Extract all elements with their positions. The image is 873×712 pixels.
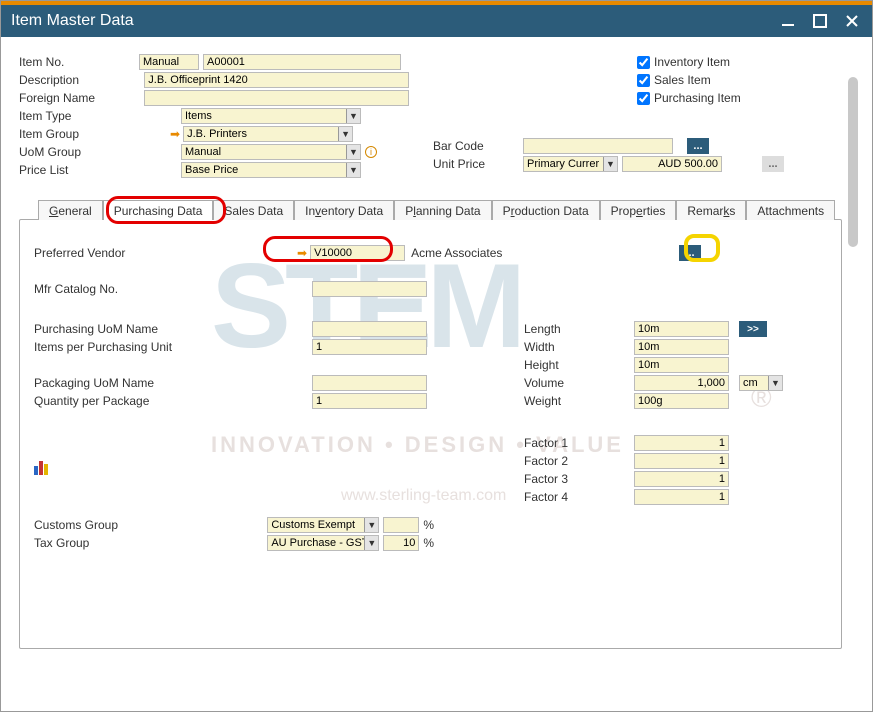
height-input[interactable] <box>634 357 729 373</box>
pct-label: % <box>423 518 434 532</box>
chevron-down-icon[interactable]: ▼ <box>603 157 617 171</box>
tab-planning-data[interactable]: Planning Data <box>394 200 491 220</box>
mfr-catalog-input[interactable] <box>312 281 427 297</box>
item-type-select[interactable] <box>181 108 361 124</box>
tab-inventory-data[interactable]: Inventory Data <box>294 200 394 220</box>
info-icon[interactable]: i <box>365 146 377 158</box>
price-list-label: Price List <box>19 163 181 177</box>
highlight-vendor-field <box>263 236 393 262</box>
purchasing-uom-input[interactable] <box>312 321 427 337</box>
unit-price-label: Unit Price <box>433 157 523 171</box>
tab-container: General Purchasing Data Sales Data Inven… <box>19 219 842 649</box>
sales-item-checkbox[interactable] <box>637 74 650 87</box>
purchasing-item-label: Purchasing Item <box>654 91 741 105</box>
uom-group-label: UoM Group <box>19 145 181 159</box>
chevron-down-icon[interactable]: ▼ <box>338 127 352 141</box>
bar-code-label: Bar Code <box>433 139 523 153</box>
packaging-uom-input[interactable] <box>312 375 427 391</box>
packaging-uom-label: Packaging UoM Name <box>34 376 312 390</box>
description-input[interactable] <box>144 72 409 88</box>
link-arrow-icon[interactable]: ➡ <box>167 127 183 141</box>
scrollbar-thumb[interactable] <box>848 77 858 247</box>
preferred-vendor-label: Preferred Vendor <box>34 246 294 260</box>
chevron-down-icon[interactable]: ▼ <box>346 163 360 177</box>
item-group-label: Item Group <box>19 127 181 141</box>
height-label: Height <box>524 358 634 372</box>
purchasing-uom-label: Purchasing UoM Name <box>34 322 312 336</box>
expand-button[interactable]: >> <box>739 321 767 337</box>
length-label: Length <box>524 322 634 336</box>
tab-attachments[interactable]: Attachments <box>746 200 835 220</box>
chevron-down-icon[interactable]: ▼ <box>346 145 360 159</box>
unit-price-input[interactable] <box>622 156 722 172</box>
titlebar: Item Master Data <box>1 1 872 37</box>
inventory-item-label: Inventory Item <box>654 55 730 69</box>
width-label: Width <box>524 340 634 354</box>
factor1-label: Factor 1 <box>524 436 634 450</box>
bar-code-input[interactable] <box>523 138 673 154</box>
maximize-button[interactable] <box>810 11 830 31</box>
preferred-vendor-name: Acme Associates <box>411 246 502 260</box>
tab-production-data[interactable]: Production Data <box>492 200 600 220</box>
customs-group-select[interactable] <box>267 517 379 533</box>
purchasing-item-checkbox[interactable] <box>637 92 650 105</box>
chevron-down-icon[interactable]: ▼ <box>768 376 782 390</box>
form-body: STEM INNOVATION • DESIGN • VALUE www.ste… <box>1 37 860 711</box>
item-type-label: Item Type <box>19 109 181 123</box>
factor1-input[interactable] <box>634 435 729 451</box>
item-no-label: Item No. <box>19 55 139 69</box>
item-no-input[interactable] <box>203 54 401 70</box>
price-list-select[interactable] <box>181 162 361 178</box>
width-input[interactable] <box>634 339 729 355</box>
volume-input[interactable] <box>634 375 729 391</box>
customs-pct-input[interactable] <box>383 517 419 533</box>
weight-input[interactable] <box>634 393 729 409</box>
foreign-name-input[interactable] <box>144 90 409 106</box>
chevron-down-icon[interactable]: ▼ <box>364 518 378 532</box>
minimize-button[interactable] <box>778 11 798 31</box>
tax-group-select[interactable] <box>267 535 379 551</box>
qty-per-pkg-input[interactable] <box>312 393 427 409</box>
unit-price-browse-button[interactable]: ... <box>762 156 784 172</box>
highlight-browse-button <box>684 234 720 262</box>
customs-group-label: Customs Group <box>34 518 267 532</box>
items-per-unit-label: Items per Purchasing Unit <box>34 340 312 354</box>
item-group-select[interactable] <box>183 126 353 142</box>
window: Item Master Data STEM INNOVATION • DESIG… <box>0 0 873 712</box>
bar-code-browse-button[interactable]: ... <box>687 138 709 154</box>
volume-label: Volume <box>524 376 634 390</box>
close-button[interactable] <box>842 11 862 31</box>
pct-label: % <box>423 536 434 550</box>
tab-general[interactable]: General <box>38 200 103 220</box>
factor2-input[interactable] <box>634 453 729 469</box>
item-no-mode-select[interactable] <box>139 54 199 70</box>
chevron-down-icon[interactable]: ▼ <box>364 536 378 550</box>
factor4-label: Factor 4 <box>524 490 634 504</box>
qty-per-pkg-label: Quantity per Package <box>34 394 312 408</box>
inventory-item-checkbox[interactable] <box>637 56 650 69</box>
length-input[interactable] <box>634 321 729 337</box>
items-per-unit-input[interactable] <box>312 339 427 355</box>
tab-remarks[interactable]: Remarks <box>676 200 746 220</box>
mfr-catalog-label: Mfr Catalog No. <box>34 282 312 296</box>
window-title: Item Master Data <box>11 12 766 30</box>
scrollbar[interactable] <box>848 77 858 707</box>
tax-group-label: Tax Group <box>34 536 267 550</box>
chevron-down-icon[interactable]: ▼ <box>346 109 360 123</box>
chart-icon[interactable] <box>34 459 52 475</box>
uom-group-select[interactable] <box>181 144 361 160</box>
weight-label: Weight <box>524 394 634 408</box>
description-label: Description <box>19 73 144 87</box>
factor2-label: Factor 2 <box>524 454 634 468</box>
factor3-input[interactable] <box>634 471 729 487</box>
sales-item-label: Sales Item <box>654 73 711 87</box>
tax-pct-input[interactable] <box>383 535 419 551</box>
factor4-input[interactable] <box>634 489 729 505</box>
factor3-label: Factor 3 <box>524 472 634 486</box>
tab-properties[interactable]: Properties <box>600 200 677 220</box>
foreign-name-label: Foreign Name <box>19 91 144 105</box>
